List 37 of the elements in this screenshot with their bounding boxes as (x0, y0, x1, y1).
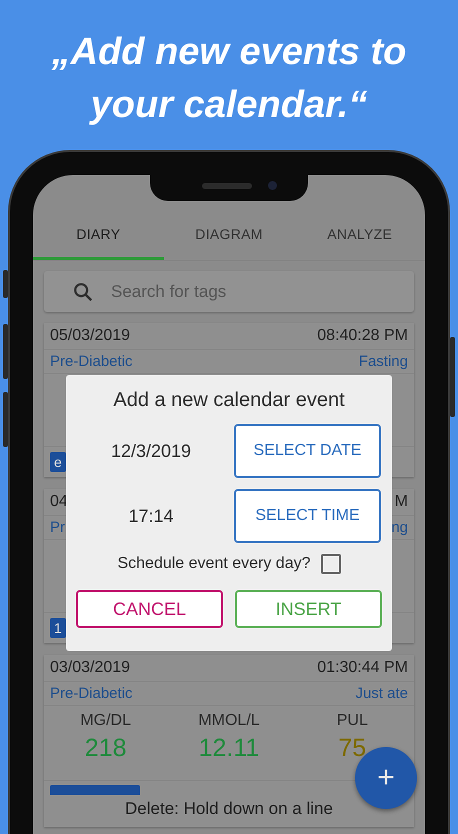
reading-label: MMOL/L (198, 712, 260, 730)
tab[interactable]: DIARY (33, 210, 164, 260)
search-field[interactable]: Search for tags (44, 271, 414, 312)
tab[interactable]: DIAGRAM (164, 210, 294, 260)
context-label: Fasting (358, 353, 408, 370)
picker-value: 17:14 (127, 506, 175, 526)
checkbox-label: Schedule event every day? (117, 555, 310, 573)
insert-button[interactable]: INSERT (235, 590, 382, 628)
speaker-icon (202, 183, 252, 189)
cancel-button[interactable]: CANCEL (76, 590, 223, 628)
category-label: Pre-Diabetic (50, 353, 133, 370)
entry-date: 05/03/2019 (50, 327, 130, 345)
context-label: ng (391, 519, 408, 536)
picker-value: 12/3/2019 (110, 440, 192, 462)
hint-text: Delete: Hold down on a line (124, 798, 334, 820)
dialog-title: Add a new calendar event (112, 389, 346, 412)
camera-icon (268, 181, 277, 190)
reading-label: PUL (336, 712, 368, 730)
checkbox[interactable] (320, 554, 340, 574)
entry-time: 01:30:44 PM (317, 659, 408, 677)
context-label: Just ate (355, 685, 408, 702)
entry-date: 04 (50, 493, 68, 511)
category-label: Pre-Diabetic (50, 685, 133, 702)
tab[interactable]: ANALYZE (294, 210, 425, 260)
entry-time: M (394, 493, 408, 511)
reading-label: MG/DL (80, 712, 131, 730)
tag-chip[interactable]: 1 (50, 618, 66, 638)
picker-button[interactable]: SELECT DATE (234, 424, 381, 478)
reading-value: 12.11 (198, 734, 260, 763)
reading-value: 218 (84, 734, 127, 763)
headline-text: „Add new events to (50, 30, 408, 75)
headline-text: your calendar.“ (88, 83, 368, 128)
tag-chip[interactable]: e (50, 452, 66, 472)
entry-time: 08:40:28 PM (317, 327, 408, 345)
category-label: Pr (50, 519, 65, 536)
picker-button[interactable]: SELECT TIME (234, 489, 381, 543)
entry-date: 03/03/2019 (50, 659, 130, 677)
